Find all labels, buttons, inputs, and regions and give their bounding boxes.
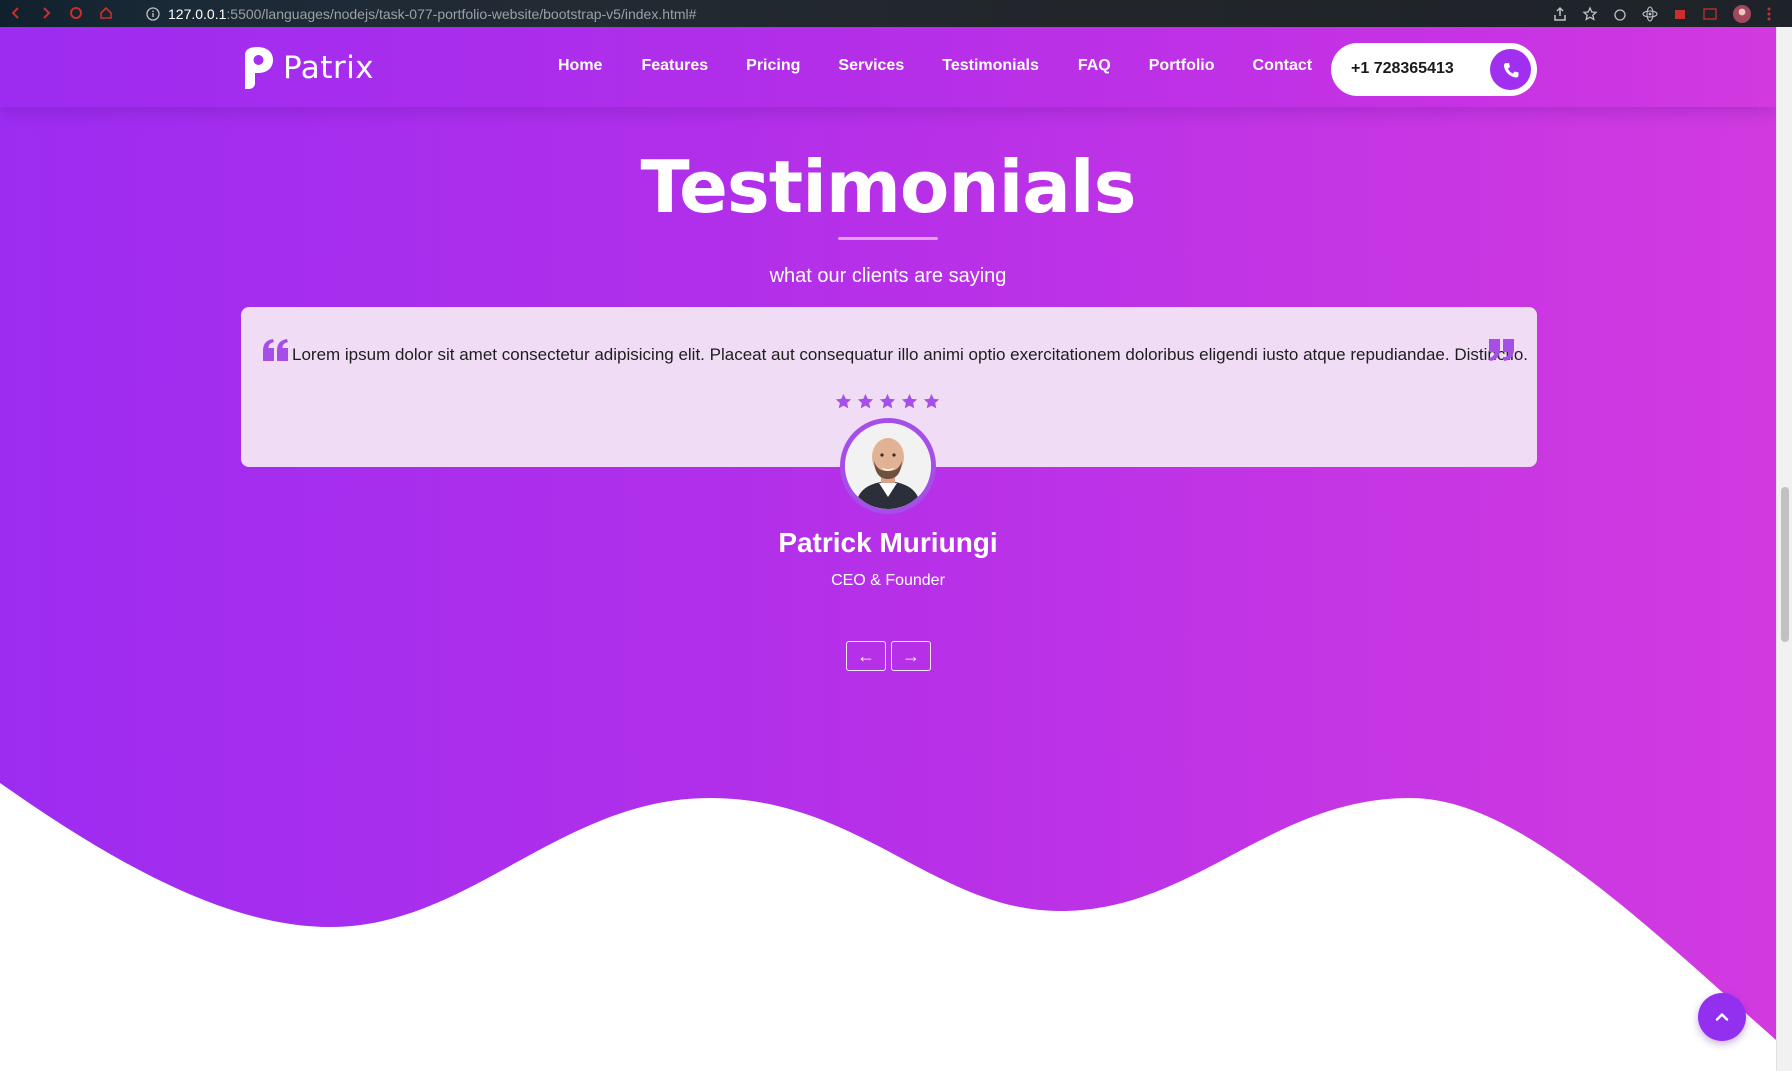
site-header: Patrix Home Features Pricing Services Te…	[0, 27, 1776, 107]
client-role: CEO & Founder	[831, 572, 945, 589]
star-icon	[835, 393, 852, 410]
back-icon[interactable]	[8, 5, 24, 21]
scrollbar-thumb[interactable]	[1781, 487, 1789, 642]
testimonials-section: Patrix Home Features Pricing Services Te…	[0, 27, 1776, 1071]
logo-text: Patrix	[283, 50, 375, 86]
phone-number: +1 728365413	[1351, 60, 1454, 77]
browser-toolbar: 127.0.0.1:5500/languages/nodejs/task-077…	[0, 0, 1792, 27]
quote-close-icon	[1489, 339, 1514, 361]
arrow-right-icon: →	[902, 645, 920, 666]
url-path: :5500/languages/nodejs/task-077-portfoli…	[226, 5, 697, 22]
react-extension-icon[interactable]	[1642, 6, 1658, 22]
nav-faq[interactable]: FAQ	[1078, 57, 1111, 75]
nav-home[interactable]: Home	[558, 57, 602, 75]
bookmark-star-icon[interactable]	[1582, 6, 1598, 22]
reload-icon[interactable]	[68, 5, 84, 21]
phone-icon	[1503, 62, 1518, 77]
nav-contact[interactable]: Contact	[1253, 57, 1313, 75]
nav-testimonials[interactable]: Testimonials	[942, 57, 1039, 75]
sidebar-icon[interactable]	[1702, 6, 1718, 22]
browser-nav-icons	[8, 5, 114, 21]
section-title: Testimonials	[640, 145, 1137, 229]
site-info-icon[interactable]	[146, 6, 160, 21]
star-icon	[901, 393, 918, 410]
client-avatar	[840, 418, 936, 514]
logo-p-icon	[245, 47, 273, 89]
brand-logo[interactable]: Patrix	[243, 47, 374, 89]
rating-stars	[835, 393, 940, 410]
profile-avatar-icon[interactable]	[1732, 4, 1752, 24]
menu-dots-icon[interactable]	[1766, 6, 1772, 22]
puzzle-extension-icon[interactable]	[1672, 6, 1688, 22]
next-button[interactable]: →	[891, 641, 931, 671]
title-divider	[838, 237, 938, 240]
avatar-photo	[845, 423, 931, 509]
nav-portfolio[interactable]: Portfolio	[1149, 57, 1215, 75]
star-icon	[923, 393, 940, 410]
share-icon[interactable]	[1552, 6, 1568, 22]
nav-services[interactable]: Services	[838, 57, 904, 75]
back-to-top-button[interactable]	[1698, 993, 1746, 1041]
home-icon[interactable]	[98, 5, 114, 21]
star-icon	[879, 393, 896, 410]
client-name: Patrick Muriungi	[778, 527, 998, 558]
prev-button[interactable]: ←	[846, 641, 886, 671]
browser-actions	[1552, 4, 1772, 24]
carousel-controls: ← →	[846, 641, 931, 671]
star-icon	[857, 393, 874, 410]
page-scrollbar[interactable]	[1776, 27, 1792, 1071]
arrow-left-icon: ←	[857, 645, 875, 666]
page: Patrix Home Features Pricing Services Te…	[0, 27, 1776, 1071]
section-subtitle: what our clients are saying	[769, 265, 1007, 287]
nav-pricing[interactable]: Pricing	[746, 57, 800, 75]
address-bar[interactable]: 127.0.0.1:5500/languages/nodejs/task-077…	[146, 4, 697, 23]
url-host: 127.0.0.1	[168, 5, 227, 22]
chevron-up-icon	[1715, 1013, 1729, 1021]
forward-icon[interactable]	[38, 5, 54, 21]
testimonial-quote: Lorem ipsum dolor sit amet consectetur a…	[292, 345, 1529, 364]
phone-icon-circle	[1490, 49, 1531, 90]
main-nav: Home Features Pricing Services Testimoni…	[548, 57, 1312, 75]
quote-open-icon	[263, 339, 288, 361]
nav-features[interactable]: Features	[641, 57, 708, 75]
alarm-icon[interactable]	[1612, 6, 1628, 22]
phone-button[interactable]: +1 728365413	[1331, 43, 1537, 96]
